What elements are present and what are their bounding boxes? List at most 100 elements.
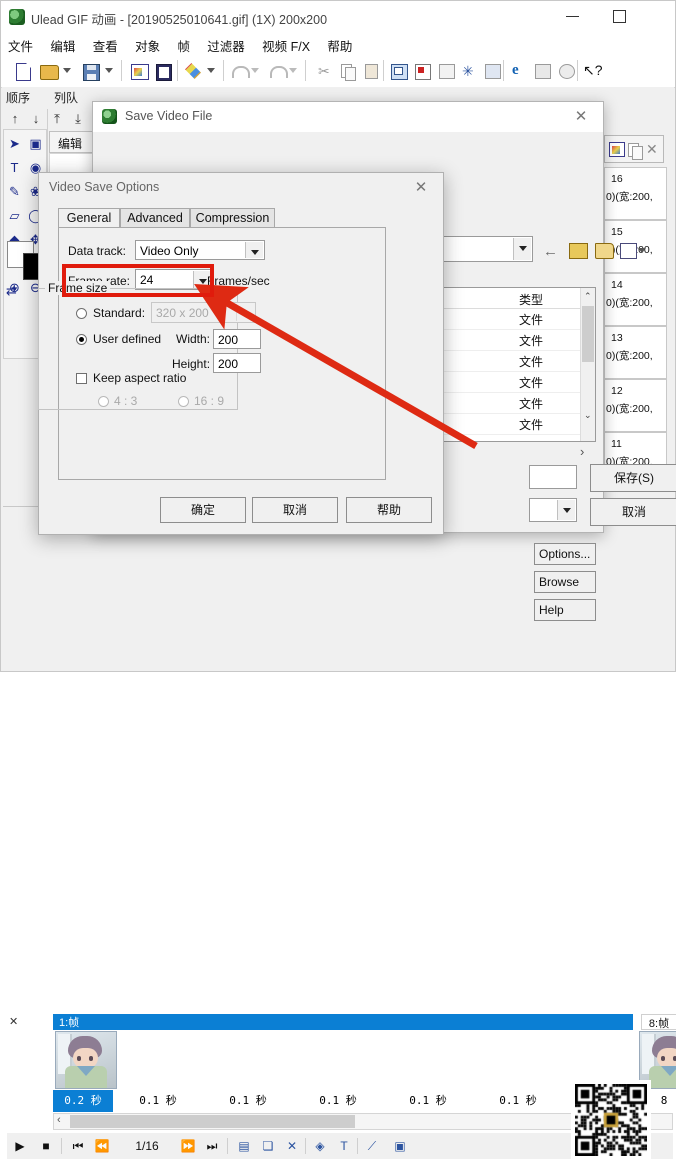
ok-button[interactable]: 确定 bbox=[160, 497, 246, 523]
move-up-button[interactable]: ↑ bbox=[4, 109, 26, 129]
skew-icon[interactable]: ⟋ bbox=[363, 1137, 381, 1155]
queue-list-item[interactable]: 16 0)(宽:200, bbox=[604, 167, 667, 220]
cut-icon[interactable]: ✂ bbox=[313, 61, 333, 81]
text-banner-icon[interactable]: T bbox=[335, 1137, 353, 1155]
prev-frame-icon[interactable]: ⏪ bbox=[93, 1137, 111, 1155]
close-icon[interactable]: ✕ bbox=[407, 177, 435, 199]
scroll-up-icon[interactable]: ⌃ bbox=[584, 291, 592, 302]
tween-icon[interactable]: ◈ bbox=[311, 1137, 329, 1155]
back-arrow-icon[interactable]: ← bbox=[541, 240, 563, 260]
duplicate-frame-icon[interactable]: ❏ bbox=[259, 1137, 277, 1155]
options-button[interactable]: Options... bbox=[534, 543, 596, 565]
close-icon[interactable]: ✕ bbox=[567, 106, 595, 128]
next-frame-icon[interactable]: ⏩ bbox=[179, 1137, 197, 1155]
file-list-vscrollbar[interactable]: ⌃ ⌄ bbox=[580, 288, 595, 441]
save-button[interactable]: 保存(S) bbox=[590, 464, 676, 492]
first-frame-icon[interactable]: ⏮ bbox=[69, 1137, 87, 1155]
delete-frame-icon[interactable]: ✕ bbox=[645, 141, 662, 158]
column-header-type[interactable]: 类型 bbox=[519, 291, 543, 308]
scrollbar-thumb[interactable] bbox=[582, 306, 594, 362]
keep-aspect-ratio-checkbox[interactable] bbox=[76, 373, 87, 384]
help-pointer-icon[interactable]: ↖? bbox=[581, 61, 603, 81]
height-input[interactable]: 200 bbox=[213, 353, 261, 373]
chevron-down-icon[interactable] bbox=[513, 238, 531, 260]
frame-duration-cell[interactable]: 0.1 秒 bbox=[473, 1090, 563, 1112]
browser-preview-icon[interactable]: e bbox=[509, 61, 529, 81]
move-bottom-button[interactable]: ⤓ bbox=[67, 109, 89, 129]
scrollbar-thumb[interactable] bbox=[70, 1115, 355, 1128]
text-tool-icon[interactable]: T bbox=[4, 156, 25, 180]
data-track-combo[interactable]: Video Only bbox=[135, 240, 265, 260]
filmstrip-close-icon[interactable]: ✕ bbox=[9, 1015, 18, 1028]
optimize-frames-icon[interactable]: ▣ bbox=[391, 1137, 409, 1155]
open-dropdown-caret[interactable] bbox=[63, 68, 71, 73]
minimize-button[interactable] bbox=[551, 1, 597, 31]
redo-icon[interactable] bbox=[267, 61, 288, 81]
pick-arrow-icon[interactable]: ➤ bbox=[4, 132, 25, 156]
copy-icon[interactable] bbox=[337, 61, 357, 81]
views-dropdown-caret[interactable] bbox=[638, 248, 646, 253]
add-frame-icon[interactable] bbox=[609, 141, 626, 158]
redo-dropdown-caret[interactable] bbox=[289, 68, 297, 73]
help-button[interactable]: Help bbox=[534, 599, 596, 621]
undo-dropdown-caret[interactable] bbox=[251, 68, 259, 73]
maximize-button[interactable] bbox=[597, 1, 643, 31]
list-resize-icon[interactable]: › bbox=[580, 444, 584, 459]
marquee-select-icon[interactable]: ▣ bbox=[25, 132, 46, 156]
queue-list-item[interactable]: 14 0)(宽:200, bbox=[604, 273, 667, 326]
effects-icon[interactable] bbox=[483, 61, 503, 81]
new-file-icon[interactable] bbox=[13, 61, 33, 81]
scroll-down-icon[interactable]: ⌄ bbox=[584, 410, 592, 421]
last-frame-icon[interactable]: ⏭ bbox=[203, 1137, 221, 1155]
eraser-icon[interactable]: ▱ bbox=[4, 204, 25, 228]
user-defined-radio[interactable] bbox=[76, 334, 87, 345]
scroll-left-icon[interactable]: ‹ bbox=[57, 1114, 61, 1126]
new-folder-icon[interactable] bbox=[593, 240, 615, 260]
frame-thumbnail[interactable] bbox=[55, 1031, 117, 1089]
add-frame-icon[interactable]: ▤ bbox=[235, 1137, 253, 1155]
wand-dropdown-caret[interactable] bbox=[207, 68, 215, 73]
plugin-icon[interactable] bbox=[557, 61, 577, 81]
filmstrip-icon[interactable] bbox=[533, 61, 553, 81]
paintbrush-icon[interactable]: ✎ bbox=[4, 180, 25, 204]
save-as-type-combo[interactable] bbox=[529, 498, 577, 522]
color-check-icon[interactable] bbox=[413, 61, 433, 81]
up-folder-icon[interactable] bbox=[567, 240, 589, 260]
open-folder-icon[interactable] bbox=[39, 61, 59, 81]
tab-advanced[interactable]: Advanced bbox=[120, 208, 190, 228]
queue-list-item[interactable]: 12 0)(宽:200, bbox=[604, 379, 667, 432]
magic-wand-icon[interactable] bbox=[183, 61, 203, 81]
delete-frame-icon[interactable]: ✕ bbox=[283, 1137, 301, 1155]
move-down-button[interactable]: ↓ bbox=[25, 109, 47, 129]
chevron-down-icon[interactable] bbox=[557, 500, 575, 520]
vso-help-button[interactable]: 帮助 bbox=[346, 497, 432, 523]
frame-duration-cell[interactable]: 0.1 秒 bbox=[383, 1090, 473, 1112]
frame-duration-cell[interactable]: 0.2 秒 bbox=[53, 1090, 113, 1112]
move-top-button[interactable]: ⤒ bbox=[46, 109, 68, 129]
queue-list-item[interactable]: 13 0)(宽:200, bbox=[604, 326, 667, 379]
tab-compression[interactable]: Compression bbox=[190, 208, 275, 228]
save-dropdown-caret[interactable] bbox=[105, 68, 113, 73]
transition-icon[interactable]: ✳ bbox=[459, 61, 479, 81]
play-icon[interactable]: ▶ bbox=[11, 1137, 29, 1155]
frame-duration-cell[interactable]: 8 bbox=[651, 1090, 676, 1112]
optimize-icon[interactable] bbox=[389, 61, 409, 81]
standard-size-radio[interactable] bbox=[76, 308, 87, 319]
frame-duration-cell[interactable]: 0.1 秒 bbox=[203, 1090, 293, 1112]
duplicate-frame-icon[interactable] bbox=[627, 141, 644, 160]
stop-icon[interactable]: ■ bbox=[37, 1137, 55, 1155]
chevron-down-icon[interactable] bbox=[245, 242, 263, 258]
import-image-icon[interactable] bbox=[129, 61, 149, 81]
import-film-icon[interactable] bbox=[153, 61, 173, 81]
width-input[interactable]: 200 bbox=[213, 329, 261, 349]
cancel-button[interactable]: 取消 bbox=[590, 498, 676, 526]
paste-icon[interactable] bbox=[361, 61, 381, 81]
frame-duration-cell[interactable]: 0.1 秒 bbox=[293, 1090, 383, 1112]
browse-button[interactable]: Browse bbox=[534, 571, 596, 593]
save-disk-icon[interactable] bbox=[81, 61, 101, 81]
undo-icon[interactable] bbox=[229, 61, 250, 81]
frame-duration-cell[interactable]: 0.1 秒 bbox=[113, 1090, 203, 1112]
grid-icon[interactable] bbox=[437, 61, 457, 81]
vso-cancel-button[interactable]: 取消 bbox=[252, 497, 338, 523]
tab-general[interactable]: General bbox=[58, 208, 120, 228]
